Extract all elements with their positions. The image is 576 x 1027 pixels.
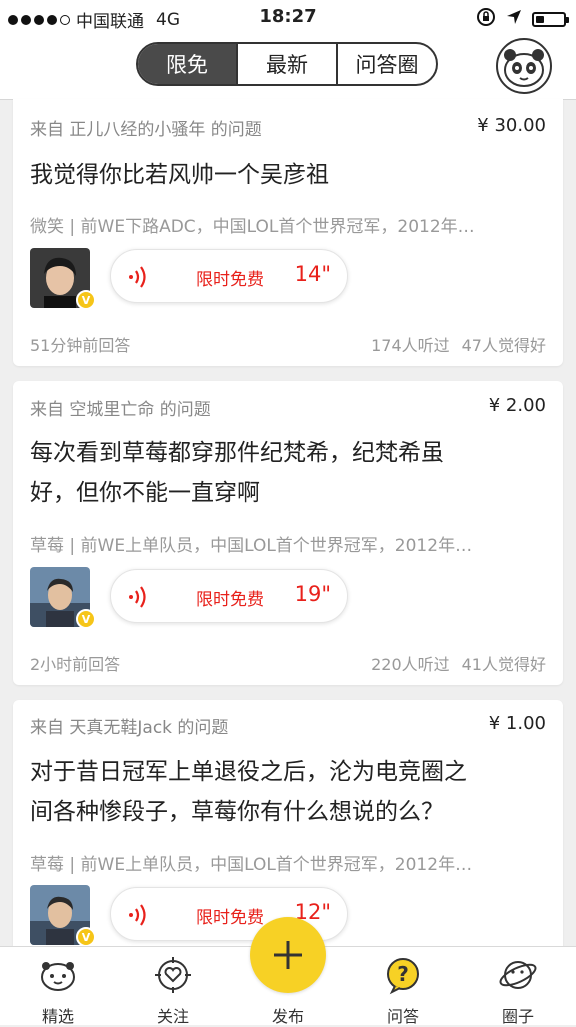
plus-icon [274,941,302,969]
planet-icon [499,961,537,989]
battery-icon [532,12,569,27]
tab-qa[interactable]: ? 问答 [353,947,453,1026]
question-bubble-icon: ? [387,958,419,995]
price-label: ¥ 30.00 [477,115,546,136]
listen-count: 174人听过 [371,336,450,355]
audio-duration: 14" [294,262,331,286]
answered-time: 51分钟前回答 [30,336,131,355]
verified-icon: V [76,609,96,629]
tab-follow[interactable]: 关注 [123,947,223,1026]
svg-text:?: ? [397,962,409,986]
heart-target-icon [155,957,191,993]
question-text: 对于昔日冠军上单退役之后，沦为电竞圈之 间各种惨段子，草莓你有什么想说的么？ [30,759,467,825]
like-count: 47人觉得好 [461,336,546,355]
question-card[interactable]: 来自 空城里亡命 的问题 ¥ 2.00 每次看到草莓都穿那件纪梵希，纪梵希虽 好… [13,381,563,685]
status-bar: 中国联通 4G 18:27 [0,0,576,36]
answerer-profile: 草莓 | 前WE上单队员，中国LOL首个世界冠军，2012年… [30,536,473,556]
location-arrow-icon [506,9,522,30]
question-source: 来自 空城里亡命 的问题 [30,400,211,420]
top-header: 限免 最新 问答圈 [0,36,576,100]
tab-latest[interactable]: 最新 [236,44,336,84]
mascot-face-icon [41,962,75,991]
question-source: 来自 天真无鞋Jack 的问题 [30,718,229,738]
verified-icon: V [76,290,96,310]
card-footer: 2小时前回答 220人听过 41人觉得好 [30,651,546,675]
tab-qa-circle[interactable]: 问答圈 [336,44,436,84]
audio-play-button[interactable]: 限时免费 14" [110,249,348,303]
tab-free[interactable]: 限免 [138,44,236,84]
question-card[interactable]: 来自 正儿八经的小骚年 的问题 ¥ 30.00 我觉得你比若风帅一个吴彦祖 微笑… [13,99,563,366]
audio-play-button[interactable]: 限时免费 19" [110,569,348,623]
price-label: ¥ 1.00 [488,713,546,734]
rotation-lock-icon [476,7,496,32]
answerer-profile: 草莓 | 前WE上单队员，中国LOL首个世界冠军，2012年… [30,855,473,875]
segment-control: 限免 最新 问答圈 [136,42,438,86]
question-text: 我觉得你比若风帅一个吴彦祖 [30,162,329,188]
like-count: 41人觉得好 [461,655,546,674]
answered-time: 2小时前回答 [30,655,121,674]
question-text: 每次看到草莓都穿那件纪梵希，纪梵希虽 好，但你不能一直穿啊 [30,440,444,506]
verified-icon: V [76,927,96,947]
listen-count: 220人听过 [371,655,450,674]
card-footer: 51分钟前回答 174人听过 47人觉得好 [30,332,546,356]
answerer-profile: 微笑 | 前WE下路ADC，中国LOL首个世界冠军，2012年… [30,217,475,237]
question-source: 来自 正儿八经的小骚年 的问题 [30,120,262,140]
price-label: ¥ 2.00 [488,395,546,416]
panda-avatar-icon[interactable] [496,38,552,94]
audio-duration: 19" [294,582,331,606]
tab-featured[interactable]: 精选 [8,947,108,1026]
publish-button[interactable] [250,917,326,993]
tab-circle[interactable]: 圈子 [468,947,568,1026]
